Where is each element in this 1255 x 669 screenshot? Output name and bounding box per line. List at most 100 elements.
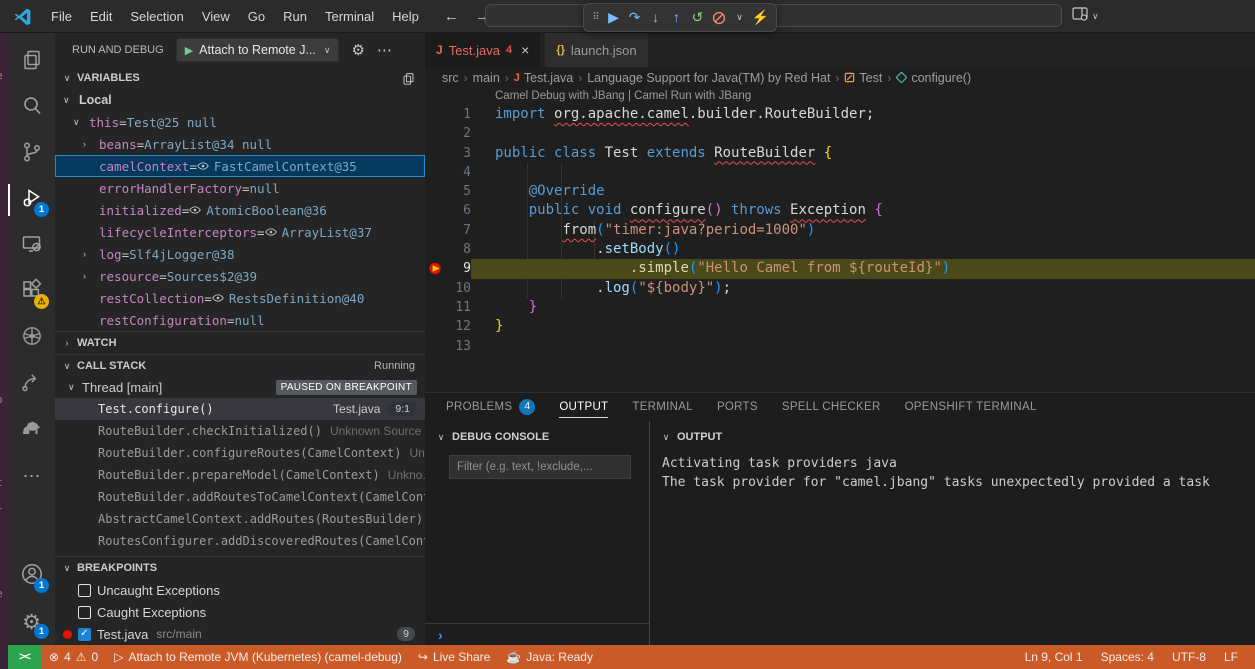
line-number[interactable]: 8	[425, 240, 471, 259]
accounts-button[interactable]: 1	[8, 553, 55, 599]
sidebar-item-extensions[interactable]: ⚠	[8, 269, 55, 315]
breakpoints-section-header[interactable]: ∨ BREAKPOINTS	[55, 556, 425, 579]
line-number[interactable]: 1	[425, 105, 471, 124]
variable-row[interactable]: ∨Local	[55, 89, 425, 111]
code-line[interactable]: 5 @Override	[425, 182, 1255, 201]
output-content[interactable]: Activating task providers java The task …	[650, 447, 1255, 492]
chevron-icon[interactable]: ›	[83, 271, 99, 281]
breakpoint-row[interactable]: ✓Test.javasrc/main9	[55, 623, 425, 645]
sidebar-item-run-and-debug[interactable]: 1	[8, 177, 55, 223]
menu-terminal[interactable]: Terminal	[316, 0, 383, 33]
line-number[interactable]: 4	[425, 163, 471, 182]
code-line[interactable]: 2	[425, 124, 1255, 143]
debug-console-filter-input[interactable]	[449, 455, 631, 479]
line-number[interactable]: 6	[425, 201, 471, 220]
variable-row[interactable]: ›log = Slf4jLogger@38	[55, 243, 425, 265]
java-status[interactable]: ☕ Java: Ready	[498, 645, 601, 669]
breadcrumb-item[interactable]: Language Support for Java(TM) by Red Hat	[587, 71, 830, 85]
restart-button[interactable]: ↺	[687, 5, 708, 30]
settings-button[interactable]: ⚙ 1	[8, 599, 55, 645]
code-line[interactable]: 13	[425, 337, 1255, 356]
variable-row[interactable]: ∨this = Test@25 null	[55, 111, 425, 133]
code-line[interactable]: 12}	[425, 317, 1255, 336]
breakpoint-checkbox[interactable]	[78, 606, 91, 619]
toolbar-dropdown[interactable]: ∨	[729, 5, 750, 30]
stack-frame[interactable]: RouteBuilder.configureRoutes(CamelContex…	[55, 442, 425, 464]
back-button[interactable]: ←	[444, 8, 459, 25]
sidebar-item-source-control[interactable]	[8, 131, 55, 177]
breakpoint-row[interactable]: Uncaught Exceptions	[55, 579, 425, 601]
call-stack-section-header[interactable]: ∨ CALL STACK Running	[55, 354, 425, 377]
chevron-icon[interactable]: ∨	[73, 117, 89, 128]
variable-row[interactable]: errorHandlerFactory = null	[55, 177, 425, 199]
code-line[interactable]: 3public class Test extends RouteBuilder …	[425, 144, 1255, 163]
sidebar-item-camel[interactable]	[8, 407, 55, 453]
variable-row[interactable]: initialized = AtomicBoolean@36	[55, 199, 425, 221]
line-number[interactable]: 10	[425, 279, 471, 298]
lazy-eval-eye-icon[interactable]	[212, 292, 224, 304]
launch-config-dropdown[interactable]: ▶ Attach to Remote J... ∨	[176, 38, 340, 62]
watch-section-header[interactable]: › WATCH	[55, 331, 425, 354]
view-as-icon[interactable]	[402, 72, 415, 85]
thread-row[interactable]: ∨ Thread [main] PAUSED ON BREAKPOINT	[55, 377, 425, 398]
menu-go[interactable]: Go	[239, 0, 274, 33]
cursor-position[interactable]: Ln 9, Col 1	[1016, 650, 1092, 664]
start-debug-icon[interactable]: ▶	[185, 44, 193, 57]
hot-code-replace-button[interactable]: ⚡	[750, 5, 771, 30]
stack-frame[interactable]: RouteBuilder.prepareModel(CamelContext)U…	[55, 464, 425, 486]
chevron-icon[interactable]: ∨	[63, 95, 79, 106]
chevron-icon[interactable]: ›	[83, 139, 99, 149]
step-over-button[interactable]: ↷	[624, 5, 645, 30]
variable-row[interactable]: restConfiguration = null	[55, 309, 425, 331]
variable-row[interactable]: lifecycleInterceptors = ArrayList@37	[55, 221, 425, 243]
variable-row[interactable]: ›resource = Sources$2@39	[55, 265, 425, 287]
debug-console-header[interactable]: ∨ DEBUG CONSOLE	[425, 421, 649, 447]
line-number[interactable]: 7	[425, 221, 471, 240]
menu-selection[interactable]: Selection	[121, 0, 192, 33]
code-editor[interactable]: Camel Debug with JBang | Camel Run with …	[425, 88, 1255, 392]
breadcrumb-item[interactable]: configure()	[896, 71, 971, 85]
breadcrumb-item[interactable]: src	[442, 71, 459, 85]
code-line[interactable]: 9 .simple("Hello Camel from ${routeId}")	[425, 259, 1255, 278]
variable-row[interactable]: restCollection = RestsDefinition@40	[55, 287, 425, 309]
code-line[interactable]: 7 from("timer:java?period=1000")	[425, 221, 1255, 240]
sidebar-item-kubernetes[interactable]	[8, 315, 55, 361]
indentation-status[interactable]: Spaces: 4	[1092, 650, 1163, 664]
sidebar-item-explorer[interactable]	[8, 39, 55, 85]
line-number[interactable]: 3	[425, 144, 471, 163]
panel-tab-terminal[interactable]: TERMINAL	[632, 397, 693, 417]
variable-row[interactable]: camelContext = FastCamelContext@35	[55, 155, 425, 177]
panel-tab-openshift-terminal[interactable]: OPENSHIFT TERMINAL	[905, 397, 1037, 417]
panel-tab-output[interactable]: OUTPUT	[559, 397, 608, 418]
continue-button[interactable]: ▶	[603, 5, 624, 30]
panel-tab-problems[interactable]: PROBLEMS4	[446, 395, 535, 419]
variables-section-header[interactable]: ∨ VARIABLES	[55, 67, 425, 89]
stack-frame[interactable]: RouteBuilder.addRoutesToCamelContext(Cam…	[55, 486, 425, 508]
debug-settings-gear-icon[interactable]: ⚙	[351, 41, 364, 59]
code-line[interactable]: 11 }	[425, 298, 1255, 317]
line-number[interactable]: 11	[425, 298, 471, 317]
layout-button[interactable]: ∨	[1072, 6, 1099, 26]
disconnect-button[interactable]	[708, 5, 729, 30]
remote-indicator[interactable]: ><	[8, 645, 41, 669]
encoding-status[interactable]: UTF-8	[1163, 650, 1215, 664]
problems-status[interactable]: ⊗ 4 ⚠ 0	[41, 645, 106, 669]
codelens-links[interactable]: Camel Debug with JBang | Camel Run with …	[425, 88, 1255, 105]
breadcrumb-item[interactable]: Test	[844, 71, 882, 85]
menu-help[interactable]: Help	[383, 0, 428, 33]
live-share-status[interactable]: ↪ Live Share	[410, 645, 498, 669]
debug-console-input[interactable]: ›	[425, 623, 649, 645]
eol-status[interactable]: LF	[1215, 650, 1247, 664]
menu-view[interactable]: View	[193, 0, 239, 33]
line-number[interactable]: 5	[425, 182, 471, 201]
code-line[interactable]: 6 public void configure() throws Excepti…	[425, 201, 1255, 220]
breadcrumb-item[interactable]: JTest.java	[514, 71, 573, 85]
step-out-button[interactable]: ↑	[666, 5, 687, 30]
panel-tab-ports[interactable]: PORTS	[717, 397, 758, 417]
code-line[interactable]: 1import org.apache.camel.builder.RouteBu…	[425, 105, 1255, 124]
breadcrumb-item[interactable]: main	[473, 71, 500, 85]
line-number[interactable]: 12	[425, 317, 471, 336]
sidebar-item-remote-explorer[interactable]	[8, 223, 55, 269]
stack-frame[interactable]: AbstractCamelContext.addRoutes(RoutesBui…	[55, 508, 425, 530]
menu-edit[interactable]: Edit	[81, 0, 121, 33]
